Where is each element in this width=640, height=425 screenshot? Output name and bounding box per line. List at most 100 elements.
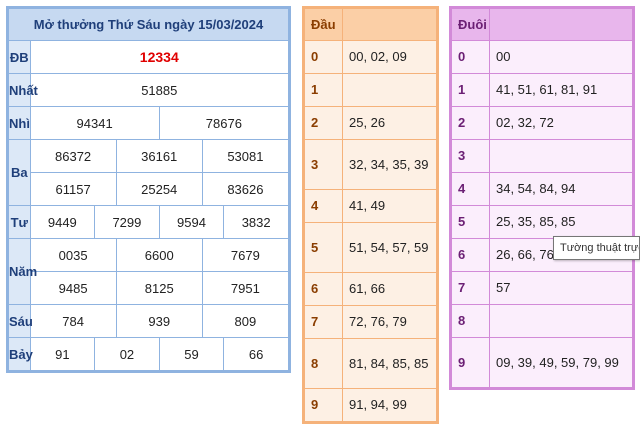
head-digit-table: Đầu 0 00, 02, 09 1 2 25, 26 3 32, 34, 35, 39 4 4…: [302, 6, 439, 424]
tail-digit: 1: [451, 73, 490, 107]
head-row-3: 3 32, 34, 35, 39: [304, 139, 437, 190]
tail-row-5: 5 25, 35, 85, 85: [451, 205, 633, 239]
prize-row-tu: Tư 9449 7299 9594 3832: [8, 205, 289, 239]
head-digit-header: Đầu: [304, 8, 343, 41]
prize-number: 83626: [201, 172, 290, 206]
head-digit: 5: [304, 222, 343, 273]
prize-number: 61157: [29, 172, 117, 206]
prize-row-ba: Ba 86372 36161 53081: [8, 139, 290, 206]
head-numbers: 61, 66: [342, 272, 437, 306]
prize-number: 7951: [201, 271, 290, 305]
prize-number: 91: [29, 337, 96, 371]
special-prize-number: 12334: [29, 40, 290, 74]
tail-row-8: 8: [451, 304, 633, 338]
tail-digit: 9: [451, 337, 490, 388]
head-digit: 2: [304, 106, 343, 140]
tail-digit: 2: [451, 106, 490, 140]
tail-digit: 3: [451, 139, 490, 173]
prize-row-sau: Sáu 784 939 809: [8, 304, 290, 338]
head-digit: 4: [304, 189, 343, 223]
prize-label: ĐB: [8, 40, 31, 74]
head-row-7: 7 72, 76, 79: [304, 305, 437, 339]
prize-row-nam: Năm 0035 6600 7679: [8, 238, 290, 305]
prize-number: 02: [94, 337, 160, 371]
prize-number: 66: [223, 337, 289, 371]
prize-row-nhi: Nhì 94341 78676: [8, 106, 290, 140]
prize-number: 809: [201, 304, 290, 338]
tail-digit: 4: [451, 172, 490, 206]
prize-number: 0035: [29, 238, 117, 272]
tail-row-0: 0 00: [451, 40, 633, 74]
tail-numbers: 57: [489, 271, 633, 305]
head-numbers: 81, 84, 85, 85: [342, 338, 437, 389]
tail-row-2: 2 02, 32, 72: [451, 106, 633, 140]
tail-row-7: 7 57: [451, 271, 633, 305]
prize-number: 7299: [94, 205, 160, 239]
head-row-6: 6 61, 66: [304, 272, 437, 306]
prize-row-nam-2: 9485 8125 7951: [9, 271, 290, 305]
head-digit: 0: [304, 40, 343, 74]
prize-number: 86372: [29, 139, 117, 173]
head-row-5: 5 51, 54, 57, 59: [304, 222, 437, 273]
prize-label: Sáu: [8, 304, 33, 338]
tail-numbers: [489, 304, 633, 338]
tail-numbers: 34, 54, 84, 94: [489, 172, 633, 206]
head-numbers: 41, 49: [342, 189, 437, 223]
prize-number: 94341: [29, 106, 160, 140]
prize-number: 36161: [115, 139, 203, 173]
tail-digit-header: Đuôi: [451, 8, 490, 41]
tail-numbers: 09, 39, 49, 59, 79, 99: [489, 337, 633, 388]
head-numbers: 51, 54, 57, 59: [342, 222, 437, 273]
head-numbers: 25, 26: [342, 106, 437, 140]
prize-number: 59: [158, 337, 225, 371]
prize-number: 6600: [115, 238, 203, 272]
head-digit: 1: [304, 73, 343, 107]
tail-row-9: 9 09, 39, 49, 59, 79, 99: [451, 337, 633, 388]
prize-number: 78676: [158, 106, 290, 140]
tail-numbers: 02, 32, 72: [489, 106, 633, 140]
tail-digit: 5: [451, 205, 490, 239]
head-digit: 7: [304, 305, 343, 339]
prize-row-nhat: Nhất 51885: [8, 73, 290, 107]
prize-number: 939: [115, 304, 203, 338]
prize-number: 3832: [223, 205, 289, 239]
head-row-1: 1: [304, 73, 437, 107]
prize-row-bay: Bảy 91 02 59 66: [8, 337, 289, 371]
prize-label: Năm: [8, 238, 37, 305]
prize-row-ba-2: 61157 25254 83626: [9, 172, 290, 206]
tail-digit-table: Đuôi 0 00 1 41, 51, 61, 81, 91 2 02, 32, 72 3 4…: [449, 6, 635, 390]
prize-label: Nhất: [8, 73, 38, 107]
prize-number: 51885: [29, 73, 290, 107]
tail-row-3: 3: [451, 139, 633, 173]
live-report-tooltip: Tường thuật trực tiếp: [553, 236, 640, 260]
prize-label: Ba: [8, 139, 31, 206]
head-digit: 8: [304, 338, 343, 389]
prize-label: Bảy: [8, 337, 33, 371]
head-numbers: 32, 34, 35, 39: [342, 139, 437, 190]
head-digit: 6: [304, 272, 343, 306]
tail-digit: 6: [451, 238, 490, 272]
results-title: Mở thưởng Thứ Sáu ngày 15/03/2024: [8, 8, 289, 41]
head-digit: 9: [304, 388, 343, 422]
prize-number: 784: [29, 304, 117, 338]
tail-numbers: 41, 51, 61, 81, 91: [489, 73, 633, 107]
prize-label: Tư: [8, 205, 31, 239]
tail-row-1: 1 41, 51, 61, 81, 91: [451, 73, 633, 107]
prize-row-db: ĐB 12334: [8, 40, 290, 74]
head-row-4: 4 41, 49: [304, 189, 437, 223]
tail-digit: 7: [451, 271, 490, 305]
prize-label: Nhì: [8, 106, 31, 140]
prize-number: 53081: [201, 139, 290, 173]
head-numbers: 00, 02, 09: [342, 40, 437, 74]
head-digit-header-blank: [342, 8, 437, 41]
tail-numbers: [489, 139, 633, 173]
tail-row-4: 4 34, 54, 84, 94: [451, 172, 633, 206]
prize-number: 8125: [115, 271, 203, 305]
head-digit: 3: [304, 139, 343, 190]
head-numbers: [342, 73, 437, 107]
head-row-8: 8 81, 84, 85, 85: [304, 338, 437, 389]
head-row-0: 0 00, 02, 09: [304, 40, 437, 74]
prize-number: 7679: [201, 238, 290, 272]
tail-numbers: 00: [489, 40, 633, 74]
tail-digit: 8: [451, 304, 490, 338]
